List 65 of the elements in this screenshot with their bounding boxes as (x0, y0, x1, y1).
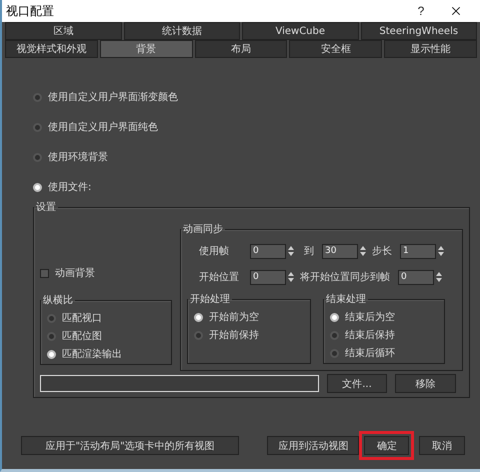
spinner-arrows-icon[interactable] (288, 271, 294, 283)
radio-button[interactable] (33, 122, 42, 132)
tab[interactable]: 显示性能 (384, 40, 477, 58)
file-path-field[interactable] (40, 375, 319, 392)
radio-label: 使用文件: (48, 180, 92, 194)
spinner-arrows-icon[interactable] (360, 245, 366, 257)
radio-label: 结束后循环 (345, 346, 395, 360)
spinner-arrows-icon[interactable] (438, 245, 444, 257)
checkbox[interactable] (40, 268, 49, 278)
radio-label: 使用自定义用户界面渐变颜色 (48, 90, 178, 104)
radio-button[interactable] (194, 330, 203, 340)
radio-button[interactable] (33, 182, 42, 192)
radio-button[interactable] (47, 332, 56, 340)
radio-label: 结束后为空 (345, 310, 395, 324)
group-title: 设置 (35, 200, 57, 214)
checkbox-label: 动画背景 (55, 266, 95, 280)
radio-label: 开始前保持 (209, 328, 259, 342)
radio-label: 结束后保持 (345, 328, 395, 342)
tab[interactable]: 安全框 (289, 40, 382, 58)
spinner-arrows-icon[interactable] (288, 245, 294, 257)
field-label: 到 (304, 245, 314, 258)
field-label: 开始位置 (199, 270, 239, 284)
tab[interactable]: 统计数据 (124, 22, 240, 40)
number-field[interactable]: 0 (250, 270, 286, 284)
number-field[interactable]: 0 (250, 244, 286, 258)
dialog-button[interactable]: 取消 (419, 436, 465, 455)
radio-button[interactable] (33, 92, 42, 102)
group-title: 动画同步 (182, 222, 224, 236)
tab[interactable]: 区域 (5, 22, 122, 40)
tab[interactable]: 布局 (194, 40, 288, 58)
number-field[interactable]: 0 (398, 270, 434, 284)
group-title: 纵横比 (42, 294, 74, 307)
dialog-button[interactable]: 应用到活动视图 (267, 436, 360, 455)
radio-button[interactable] (194, 312, 203, 322)
radio-label: 使用环境背景 (48, 150, 108, 164)
field-label: 步长 (372, 244, 392, 258)
radio-label: 匹配视口 (62, 312, 102, 325)
number-field[interactable]: 30 (322, 244, 358, 258)
tab[interactable]: SteeringWheels (360, 22, 477, 40)
radio-label: 匹配位图 (62, 330, 102, 343)
radio-button[interactable] (330, 330, 339, 340)
number-field[interactable]: 1 (400, 244, 436, 258)
radio-button[interactable] (330, 348, 339, 358)
help-button[interactable]: ? (406, 4, 436, 18)
tab[interactable]: 背景 (100, 40, 193, 58)
file-button[interactable]: 文件... (327, 374, 387, 393)
radio-label: 开始前为空 (209, 310, 259, 324)
radio-button[interactable] (33, 152, 42, 162)
group-title: 开始处理 (189, 292, 231, 306)
tab[interactable]: ViewCube (242, 22, 358, 40)
radio-button[interactable] (47, 350, 56, 358)
spinner-arrows-icon[interactable] (436, 271, 442, 283)
close-icon (449, 4, 463, 18)
radio-label: 匹配渲染输出 (62, 348, 122, 361)
radio-button[interactable] (330, 312, 339, 322)
field-label: 使用帧 (199, 244, 229, 258)
field-label: 将开始位置同步到帧 (300, 270, 390, 284)
radio-button[interactable] (47, 314, 56, 322)
dialog-button[interactable]: 应用于"活动布局"选项卡中的所有视图 (21, 436, 240, 455)
radio-label: 使用自定义用户界面纯色 (48, 120, 158, 134)
dialog-button[interactable]: 确定 (364, 436, 410, 455)
tab[interactable]: 视觉样式和外观 (5, 40, 98, 58)
window-title: 视口配置 (6, 2, 55, 20)
remove-button[interactable]: 移除 (395, 374, 456, 393)
group-title: 结束处理 (325, 292, 367, 306)
